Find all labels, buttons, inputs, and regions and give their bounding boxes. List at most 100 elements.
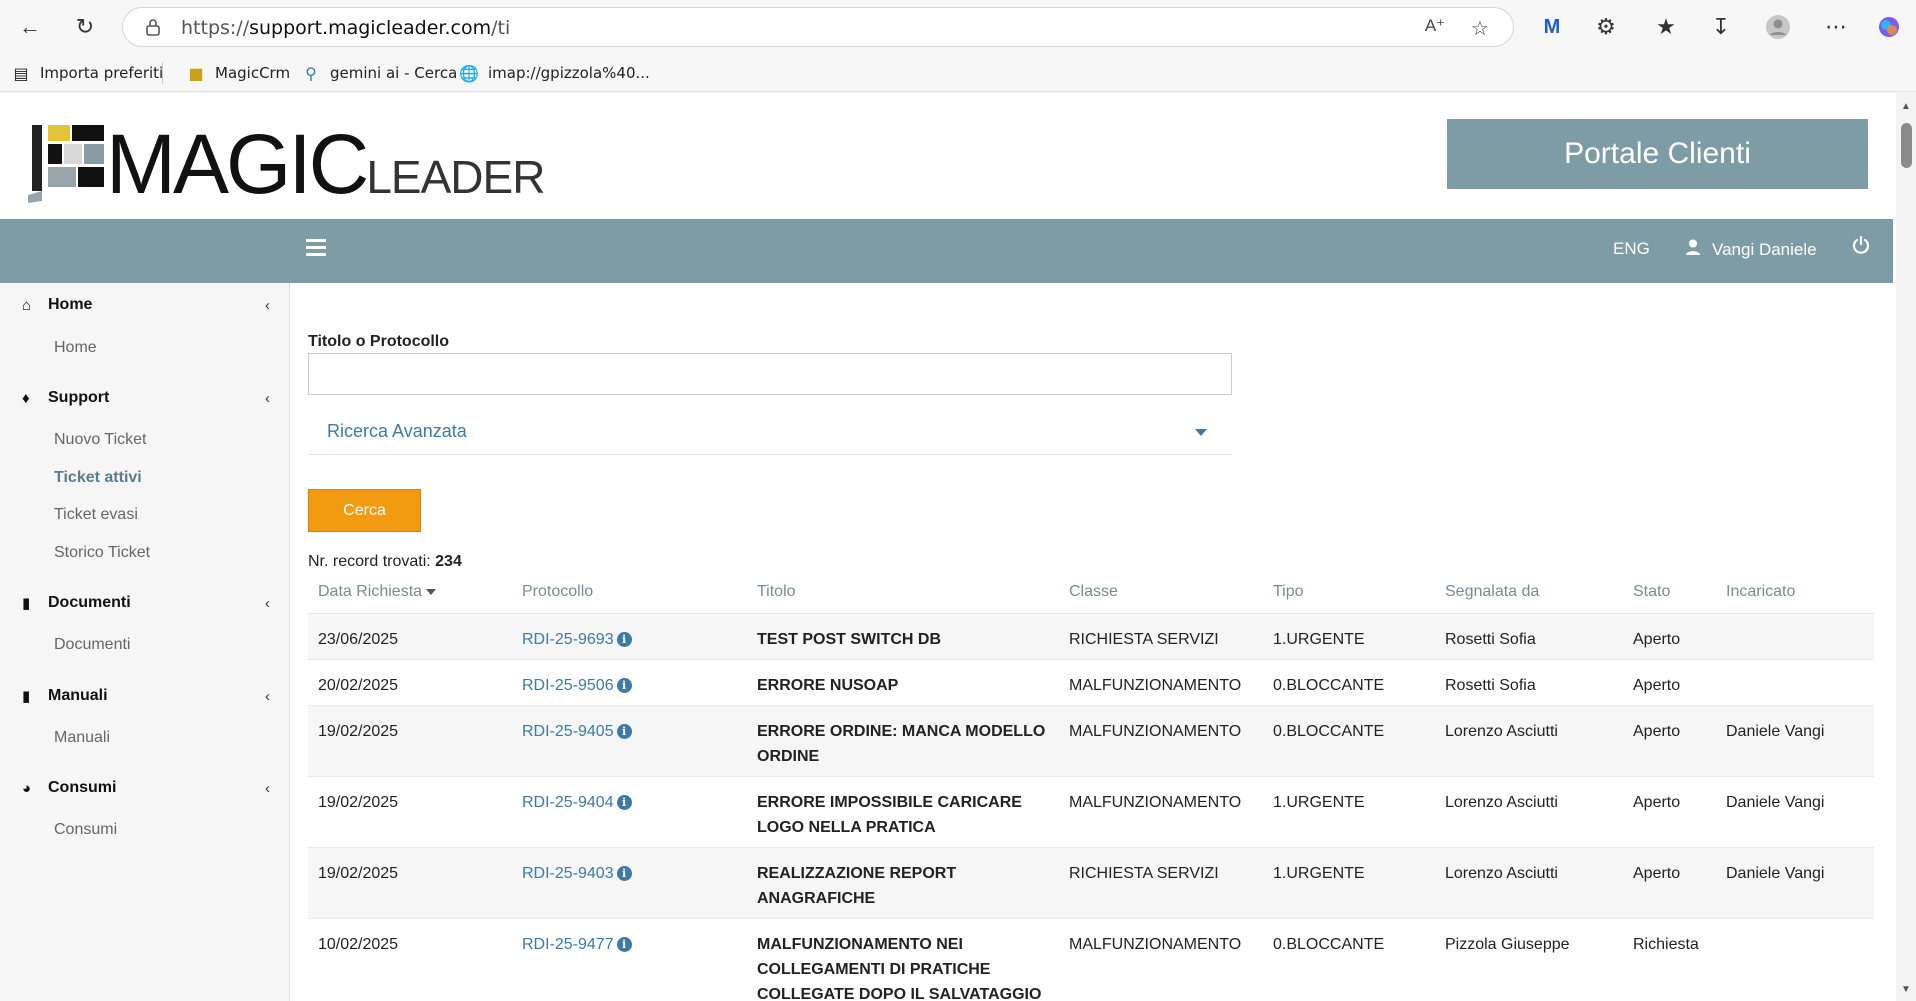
cell-segnalata: Pizzola Giuseppe xyxy=(1445,936,1570,953)
scroll-down-icon[interactable]: ▼ xyxy=(1900,984,1912,995)
column-header-titolo[interactable]: Titolo xyxy=(757,583,796,601)
url-text: https://support.magicleader.com/ti xyxy=(181,17,511,39)
protocol-text[interactable]: RDI-25-9506 xyxy=(522,673,614,698)
bookmark-gemini[interactable]: ⚲ gemini ai - Cerca xyxy=(300,60,457,86)
cell-data: 10/02/2025 xyxy=(318,936,399,953)
language-switch[interactable]: ENG xyxy=(1613,239,1650,259)
protocol-text[interactable]: RDI-25-9403 xyxy=(522,861,614,886)
info-icon[interactable]: i xyxy=(616,866,632,881)
favorite-star-icon[interactable]: ☆ xyxy=(1468,16,1492,40)
extensions-icon[interactable]: ⚙ xyxy=(1591,12,1621,42)
column-header-incaricato[interactable]: Incaricato xyxy=(1726,583,1795,601)
sidebar-section-consumi[interactable]: ◕ Consumi ‹ xyxy=(22,776,270,800)
search-icon: ⚲ xyxy=(305,63,317,83)
protocol-link[interactable]: RDI-25-9693 i xyxy=(522,627,632,652)
column-header-tipo[interactable]: Tipo xyxy=(1273,583,1304,601)
sidebar-section-manuali[interactable]: ▮ Manuali ‹ xyxy=(22,684,270,708)
sidebar-section-home[interactable]: ⌂ Home ‹ xyxy=(22,293,270,317)
table-header: Data Richiesta Protocollo Titolo Classe … xyxy=(308,583,1874,611)
search-input[interactable] xyxy=(308,353,1232,395)
protocol-link[interactable]: RDI-25-9506 i xyxy=(522,673,632,698)
chevron-left-icon: ‹ xyxy=(265,594,270,612)
chevron-left-icon: ‹ xyxy=(265,389,270,407)
cell-tipo: 1.URGENTE xyxy=(1273,794,1365,811)
bookmark-imap[interactable]: 🌐 imap://gpizzola%40... xyxy=(458,60,650,86)
info-icon[interactable]: i xyxy=(616,632,632,647)
malwarebytes-icon[interactable]: M xyxy=(1537,12,1567,42)
portal-title: Portale Clienti xyxy=(1447,119,1868,189)
cell-tipo: 1.URGENTE xyxy=(1273,631,1365,648)
profile-avatar-icon[interactable] xyxy=(1763,12,1793,42)
sidebar-item-ticket-attivi[interactable]: Ticket attivi xyxy=(54,469,142,487)
sidebar-item-storico-ticket[interactable]: Storico Ticket xyxy=(54,544,150,562)
cell-stato: Aperto xyxy=(1633,631,1681,648)
info-icon[interactable]: i xyxy=(616,937,632,952)
info-icon[interactable]: i xyxy=(616,678,632,693)
sidebar-item-home[interactable]: Home xyxy=(54,339,97,357)
table-row[interactable]: 23/06/2025 RDI-25-9693 i TEST POST SWITCH D… xyxy=(308,613,1874,659)
cell-stato: Aperto xyxy=(1633,794,1681,811)
column-header-data[interactable]: Data Richiesta xyxy=(318,583,437,601)
cell-classe: MALFUNZIONAMENTO xyxy=(1069,677,1242,694)
column-header-classe[interactable]: Classe xyxy=(1069,583,1118,601)
column-header-stato[interactable]: Stato xyxy=(1633,583,1670,601)
advanced-search-toggle[interactable]: Ricerca Avanzata xyxy=(308,417,1232,455)
copilot-icon[interactable] xyxy=(1874,12,1904,42)
browser-toolbar: ← ↻ https://support.magicleader.com/ti A… xyxy=(0,0,1916,54)
home-icon: ⌂ xyxy=(22,296,32,314)
search-button[interactable]: Cerca xyxy=(308,489,421,532)
download-icon[interactable]: ↧ xyxy=(1706,12,1736,42)
cell-stato: Aperto xyxy=(1633,723,1681,740)
table-row[interactable]: 20/02/2025 RDI-25-9506 i ERRORE NUSOAP MALFU… xyxy=(308,659,1874,705)
protocol-link[interactable]: RDI-25-9477 i xyxy=(522,932,632,957)
page-scrollbar[interactable]: ▲ ▼ xyxy=(1896,93,1916,1001)
sidebar-item-manuali[interactable]: Manuali xyxy=(54,729,110,747)
table-row[interactable]: 19/02/2025 RDI-25-9403 i REALIZZAZIONE REPO… xyxy=(308,847,1874,918)
info-icon[interactable]: i xyxy=(616,795,632,810)
cell-data: 19/02/2025 xyxy=(318,865,399,882)
protocol-link[interactable]: RDI-25-9404 i xyxy=(522,790,632,815)
magicleader-logo[interactable]: MAGICLEADER xyxy=(28,121,545,206)
bookmark-magiccrm[interactable]: ■ MagicCrm xyxy=(185,60,290,86)
sort-desc-icon xyxy=(426,588,437,595)
scroll-thumb[interactable] xyxy=(1901,123,1912,168)
advanced-search-label: Ricerca Avanzata xyxy=(327,421,467,441)
reload-icon[interactable]: ↻ xyxy=(67,9,103,45)
sidebar-item-nuovo-ticket[interactable]: Nuovo Ticket xyxy=(54,431,146,449)
cell-titolo: ERRORE ORDINE: MANCA MODELLO ORDINE xyxy=(757,723,1046,765)
chevron-left-icon: ‹ xyxy=(265,687,270,705)
sidebar-section-support[interactable]: ♦ Support ‹ xyxy=(22,386,270,410)
power-off-icon[interactable] xyxy=(1852,235,1870,260)
protocol-text[interactable]: RDI-25-9405 xyxy=(522,719,614,744)
protocol-text[interactable]: RDI-25-9404 xyxy=(522,790,614,815)
sidebar-item-consumi[interactable]: Consumi xyxy=(54,821,117,839)
more-icon[interactable]: ⋯ xyxy=(1821,12,1851,42)
cell-tipo: 0.BLOCCANTE xyxy=(1273,723,1385,740)
protocol-text[interactable]: RDI-25-9477 xyxy=(522,932,614,957)
info-icon[interactable]: i xyxy=(616,724,632,739)
web-page: MAGICLEADER Portale Clienti ENG Vangi Da… xyxy=(0,93,1896,1001)
cell-stato: Aperto xyxy=(1633,865,1681,882)
cell-titolo: ERRORE NUSOAP xyxy=(757,677,899,694)
back-icon[interactable]: ← xyxy=(12,9,48,45)
protocol-link[interactable]: RDI-25-9403 i xyxy=(522,861,632,886)
bookmark-import[interactable]: ▤ Importa preferiti xyxy=(10,60,163,86)
user-menu[interactable]: Vangi Daniele xyxy=(1686,239,1817,260)
scroll-up-icon[interactable]: ▲ xyxy=(1900,101,1912,112)
sidebar-item-documenti[interactable]: Documenti xyxy=(54,636,130,654)
protocol-text[interactable]: RDI-25-9693 xyxy=(522,627,614,652)
table-row[interactable]: 19/02/2025 RDI-25-9405 i ERRORE ORDINE: MAN… xyxy=(308,705,1874,776)
address-bar[interactable]: https://support.magicleader.com/ti A⁺ ☆ xyxy=(122,7,1514,47)
cell-data: 19/02/2025 xyxy=(318,723,399,740)
sidebar-item-ticket-evasi[interactable]: Ticket evasi xyxy=(54,506,138,524)
favorites-icon[interactable]: ★ xyxy=(1651,12,1681,42)
column-header-segnalata[interactable]: Segnalata da xyxy=(1445,583,1539,601)
sidebar-section-documenti[interactable]: ▮ Documenti ‹ xyxy=(22,591,270,615)
table-row[interactable]: 19/02/2025 RDI-25-9404 i ERRORE IMPOSSIBILE… xyxy=(308,776,1874,847)
hamburger-menu-icon[interactable] xyxy=(306,239,326,259)
read-aloud-icon[interactable]: A⁺ xyxy=(1423,16,1447,40)
cell-incaricato: Daniele Vangi xyxy=(1726,723,1825,740)
column-header-protocollo[interactable]: Protocollo xyxy=(522,583,593,601)
protocol-link[interactable]: RDI-25-9405 i xyxy=(522,719,632,744)
table-row[interactable]: 10/02/2025 RDI-25-9477 i MALFUNZIONAMENTO N… xyxy=(308,918,1874,1001)
